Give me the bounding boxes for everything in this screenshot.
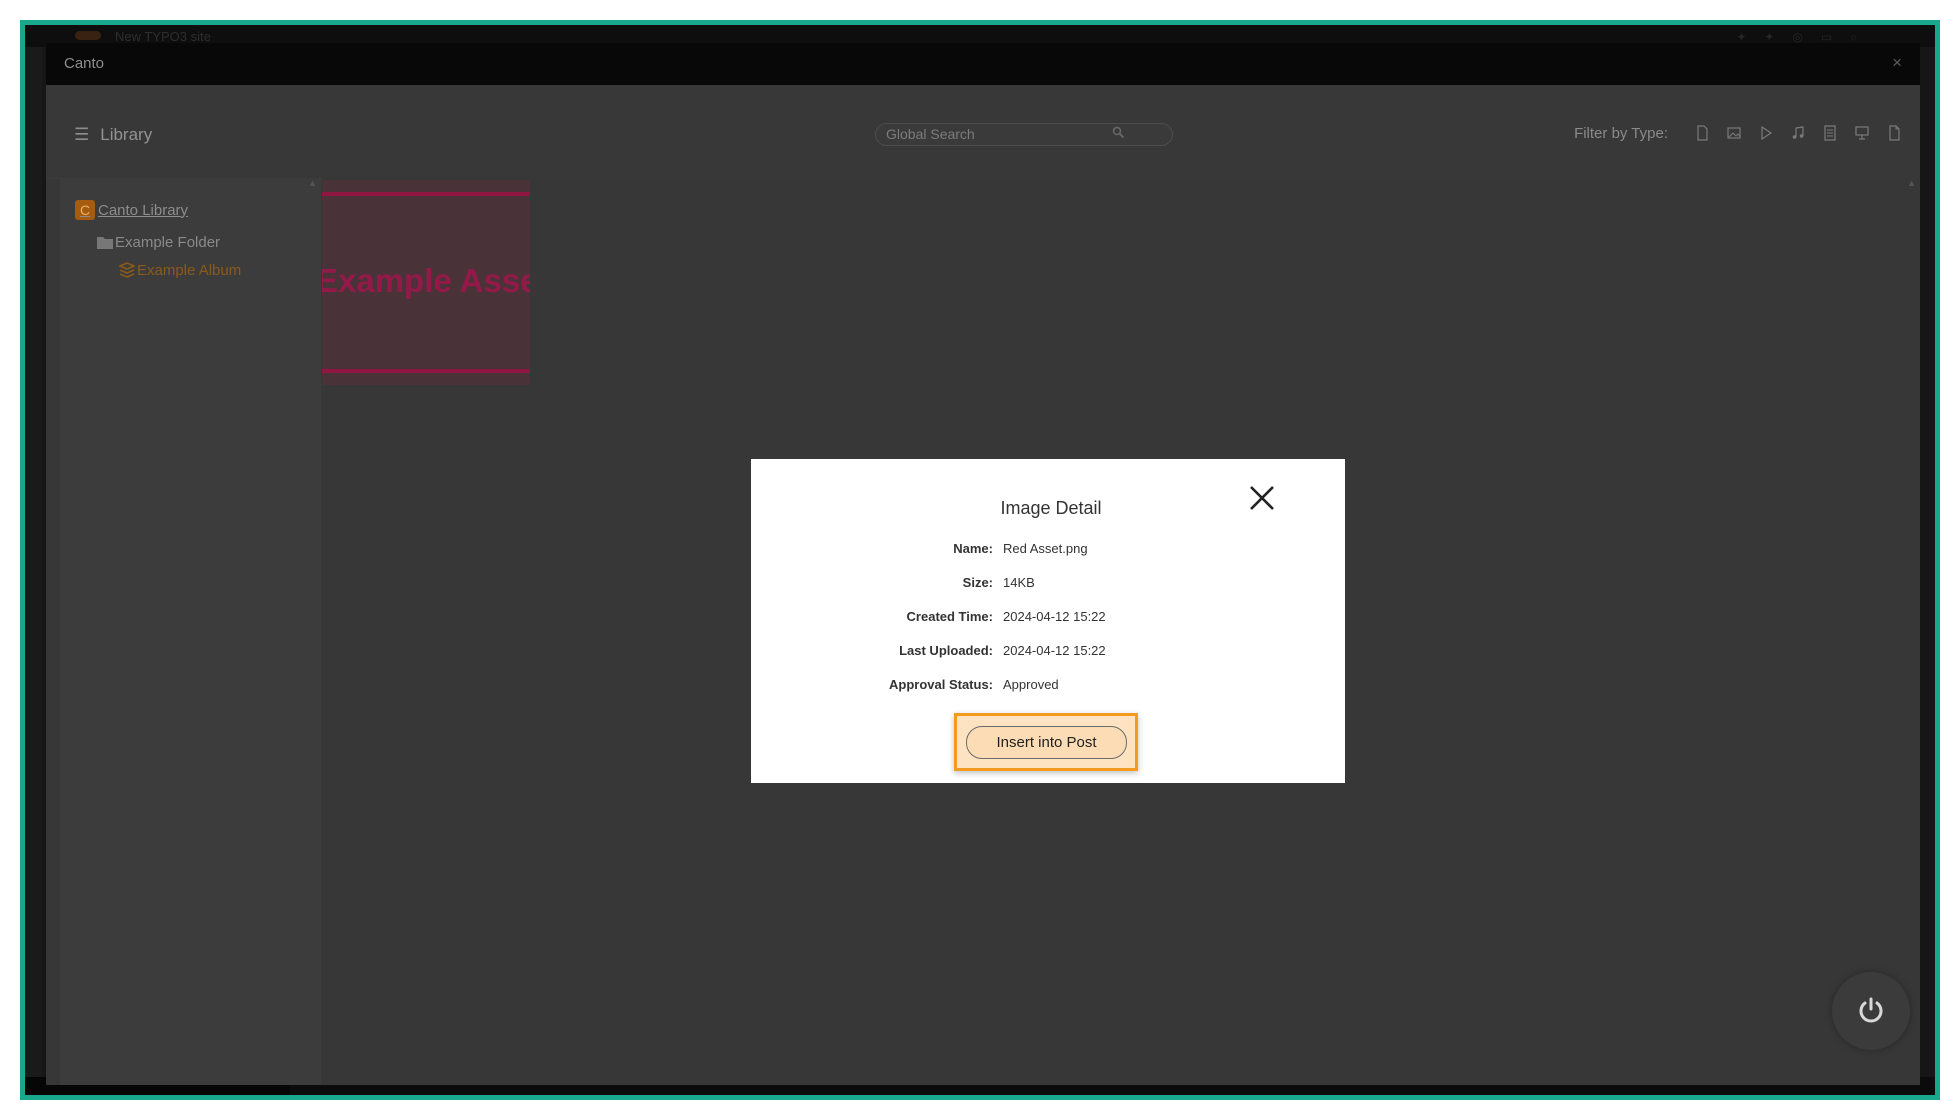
hamburger-icon: ☰ (74, 125, 90, 144)
canto-toolbar: ☰ Library Filter by Type: (46, 85, 1920, 179)
insert-into-post-button[interactable]: Insert into Post (966, 726, 1127, 759)
library-menu-button[interactable]: ☰ Library (74, 125, 152, 145)
field-value: Approved (1003, 677, 1059, 692)
tree-folder-label: Example Folder (115, 233, 221, 251)
field-label: Size: (962, 575, 993, 590)
field-row-uploaded: Last Uploaded: 2024-04-12 15:22 (751, 643, 1345, 663)
field-label: Created Time: (906, 609, 993, 624)
tree-item-example-folder[interactable]: Example Folder (75, 230, 241, 254)
field-value: Red Asset.png (1003, 541, 1088, 556)
video-icon[interactable] (1758, 125, 1774, 141)
thumb-text: Example Asset (322, 262, 530, 299)
field-row-approval: Approval Status: Approved (751, 677, 1345, 697)
text-document-icon[interactable] (1822, 124, 1838, 141)
canto-titlebar: Canto × (46, 43, 1920, 85)
canto-modal: Canto × ☰ Library Filter by Type: (46, 43, 1920, 1085)
global-search (875, 123, 1173, 146)
presentation-icon[interactable] (1854, 125, 1870, 141)
content-scroll-up-icon[interactable]: ▲ (1907, 178, 1916, 188)
library-tree: C Canto Library Example Folder Example A… (75, 198, 241, 291)
field-value: 2024-04-12 15:22 (1003, 643, 1106, 658)
site-title: New TYPO3 site (115, 29, 211, 44)
screen-frame: New TYPO3 site ✦✦◎▭⌕ Canto × ☰ Library F… (20, 20, 1940, 1100)
sidebar-scroll-up-icon[interactable]: ▲ (308, 178, 317, 188)
image-detail-dialog: Image Detail Name: Red Asset.png Size: 1… (751, 459, 1345, 783)
folder-icon (97, 237, 113, 249)
audio-icon[interactable] (1790, 125, 1806, 141)
tree-item-canto-library[interactable]: C Canto Library (75, 198, 241, 222)
library-label: Library (100, 125, 153, 144)
library-sidebar: ▲ C Canto Library Example Folder Example… (60, 178, 321, 1085)
thumb-bottom-line (322, 369, 530, 373)
tree-album-label: Example Album (137, 261, 242, 279)
field-label: Approval Status: (888, 677, 993, 692)
insert-highlight: Insert into Post (954, 713, 1138, 771)
filter-by-type: Filter by Type: (1574, 123, 1902, 142)
close-icon[interactable] (1246, 482, 1278, 514)
thumb-top-line (322, 192, 530, 196)
image-icon[interactable] (1726, 125, 1742, 141)
field-label: Name: (953, 541, 993, 556)
canto-close-button[interactable]: × (1892, 53, 1902, 73)
loading-spinner-button[interactable] (1832, 972, 1910, 1050)
field-row-created: Created Time: 2024-04-12 15:22 (751, 609, 1345, 629)
file-icon[interactable] (1886, 124, 1902, 141)
field-value: 2024-04-12 15:22 (1003, 609, 1106, 624)
asset-thumbnail[interactable]: Example Asset (322, 180, 530, 385)
typo3-left-rail (25, 47, 42, 1095)
album-stack-icon (119, 262, 135, 278)
search-icon[interactable] (1112, 126, 1125, 139)
tree-root-label: Canto Library (98, 201, 189, 219)
tree-item-example-album[interactable]: Example Album (75, 258, 241, 282)
field-row-size: Size: 14KB (751, 575, 1345, 595)
field-row-name: Name: Red Asset.png (751, 541, 1345, 561)
canto-logo-icon: C (75, 200, 95, 220)
filter-label: Filter by Type: (1574, 125, 1668, 142)
field-label: Last Uploaded: (899, 643, 993, 658)
global-search-input[interactable] (886, 126, 1106, 142)
document-icon[interactable] (1694, 124, 1710, 141)
typo3-logo-icon (75, 31, 101, 40)
power-icon (1859, 997, 1883, 1023)
field-value: 14KB (1003, 575, 1035, 590)
canto-title: Canto (64, 55, 105, 72)
